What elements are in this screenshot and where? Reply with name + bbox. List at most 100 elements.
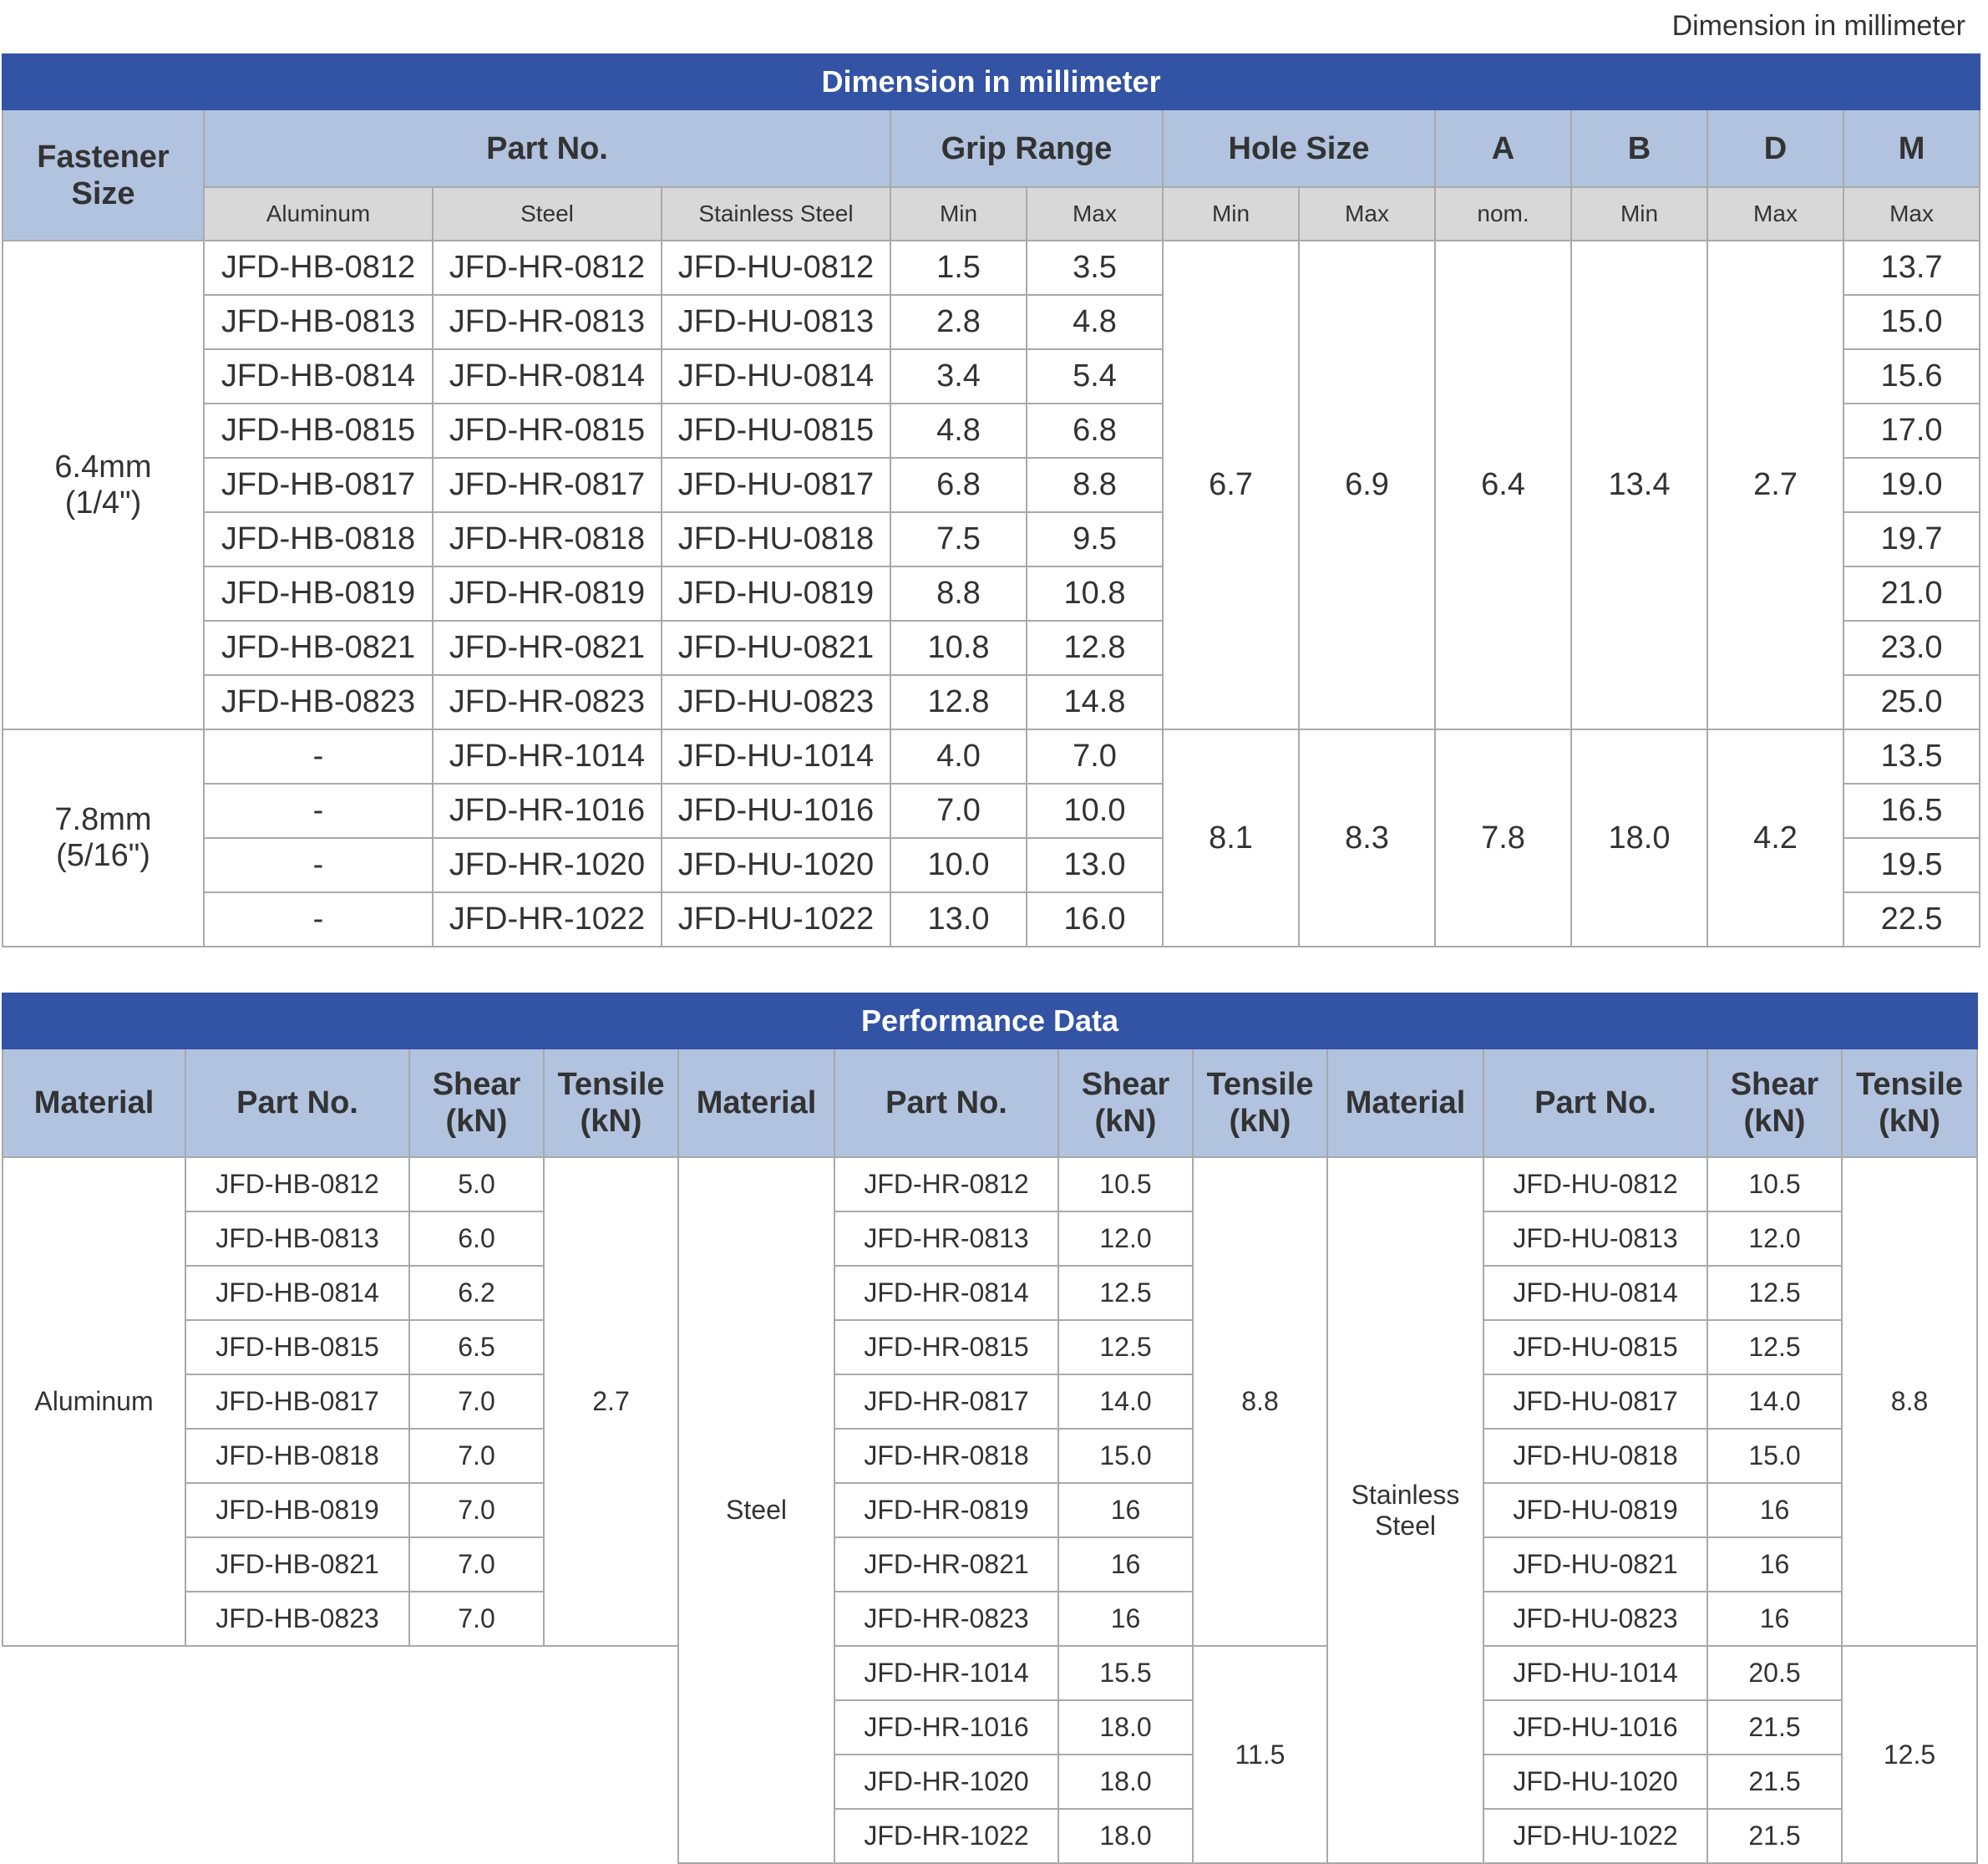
material-aluminum-cell: Aluminum (2, 1156, 186, 1647)
m-max-cell: 21.0 (1842, 566, 1981, 622)
stainless-part-cell: JFD-HU-1022 (661, 891, 891, 947)
dimension-table: Dimension in millimeter Fastener Size Pa… (1, 53, 1981, 947)
steel-shear-cell: 12.0 (1057, 1211, 1194, 1267)
aluminum-part-cell: JFD-HB-0815 (203, 403, 434, 459)
steel-part-cell: JFD-HR-1014 (834, 1645, 1059, 1701)
aluminum-shear-cell: 7.0 (408, 1374, 545, 1430)
grip-max-cell: 8.8 (1026, 457, 1164, 513)
stainless-part-cell: JFD-HU-0819 (661, 566, 891, 622)
grip-max-cell: 3.5 (1026, 240, 1164, 296)
hole-max-cell: 8.3 (1298, 729, 1436, 947)
stainless-part-cell: JFD-HU-0823 (661, 674, 891, 730)
m-max-cell: 19.0 (1842, 457, 1981, 513)
steel-part-cell: JFD-HR-0813 (432, 294, 662, 350)
material-steel-cell: Steel (677, 1156, 835, 1864)
steel-part-cell: JFD-HR-0817 (834, 1374, 1059, 1430)
dimension-table-title: Dimension in millimeter (1, 53, 1981, 110)
grip-min-cell: 13.0 (890, 891, 1027, 947)
hole-max-cell: 6.9 (1298, 240, 1436, 730)
steel-part-cell: JFD-HR-0823 (834, 1591, 1059, 1647)
hole-min-cell: 8.1 (1162, 729, 1300, 947)
aluminum-part-cell: JFD-HB-0814 (185, 1265, 410, 1321)
grip-min-cell: 2.8 (890, 294, 1027, 350)
steel-part-cell: JFD-HR-0818 (432, 511, 662, 567)
m-max-cell: 15.0 (1842, 294, 1981, 350)
steel-shear-cell: 12.5 (1057, 1265, 1194, 1321)
grip-min-cell: 7.0 (890, 783, 1027, 839)
header-material-stainless: Material (1326, 1048, 1484, 1158)
header-grip-range: Grip Range (890, 109, 1164, 188)
header-fastener-size: Fastener Size (2, 109, 205, 241)
table-row: JFD-HB-0813 6.0 JFD-HR-0813 12.0 JFD-HU-0813… (3, 1211, 1977, 1267)
stainless-part-cell: JFD-HU-0814 (1483, 1265, 1708, 1321)
stainless-part-cell: JFD-HU-1020 (1483, 1754, 1708, 1810)
grip-min-cell: 4.8 (890, 403, 1027, 459)
table-row: 7.8mm (5/16") - JFD-HR-1014 JFD-HU-1014 4.0 7… (2, 729, 1981, 947)
stainless-shear-cell: 12.5 (1707, 1265, 1843, 1321)
aluminum-part-cell: JFD-HB-0815 (185, 1319, 410, 1375)
grip-min-cell: 3.4 (890, 348, 1027, 404)
stainless-part-cell: JFD-HU-0817 (661, 457, 891, 513)
aluminum-part-cell: JFD-HB-0821 (185, 1536, 410, 1592)
header-material-steel: Material (677, 1048, 835, 1158)
steel-tensile-cell: 8.8 (1192, 1156, 1328, 1647)
m-max-cell: 25.0 (1842, 674, 1981, 730)
steel-shear-cell: 18.0 (1057, 1754, 1194, 1810)
m-max-cell: 22.5 (1842, 891, 1981, 947)
grip-min-cell: 10.0 (890, 837, 1027, 893)
aluminum-part-cell: JFD-HB-0814 (203, 348, 434, 404)
performance-table: Performance Data Material Part No. Shear (… (1, 993, 1979, 1864)
table-row: JFD-HB-0815 6.5 JFD-HR-0815 12.5 JFD-HU-0815… (3, 1319, 1977, 1375)
b-min-cell: 18.0 (1570, 729, 1708, 947)
table-row: JFD-HB-0821 7.0 JFD-HR-0821 16 JFD-HU-0821 16 (3, 1536, 1977, 1592)
stainless-part-cell: JFD-HU-1022 (1483, 1808, 1708, 1864)
unit-note: Dimension in millimeter (1671, 10, 1965, 42)
grip-min-cell: 8.8 (890, 566, 1027, 622)
aluminum-part-cell: JFD-HB-0813 (203, 294, 434, 350)
aluminum-part-cell: JFD-HB-0818 (185, 1428, 410, 1484)
grip-max-cell: 12.8 (1026, 620, 1164, 676)
stainless-part-cell: JFD-HU-0814 (661, 348, 891, 404)
header-tensile-aluminum: Tensile (kN) (543, 1048, 679, 1158)
fastener-size-cell: 6.4mm (1/4") (2, 240, 205, 730)
aluminum-part-cell: JFD-HB-0821 (203, 620, 434, 676)
m-max-cell: 23.0 (1842, 620, 1981, 676)
aluminum-shear-cell: 6.0 (408, 1211, 545, 1267)
stainless-shear-cell: 20.5 (1707, 1645, 1843, 1701)
steel-part-cell: JFD-HR-1014 (432, 729, 662, 785)
grip-min-cell: 12.8 (890, 674, 1027, 730)
stainless-part-cell: JFD-HU-1020 (661, 837, 891, 893)
stainless-shear-cell: 12.0 (1707, 1211, 1843, 1267)
table-row: Aluminum JFD-HB-0812 5.0 2.7 Steel JFD-HR-081… (2, 1156, 1979, 1864)
header-b: B (1570, 109, 1708, 188)
stainless-part-cell: JFD-HU-0821 (661, 620, 891, 676)
stainless-part-cell: JFD-HU-1014 (1483, 1645, 1708, 1701)
grip-max-cell: 16.0 (1026, 891, 1164, 947)
stainless-shear-cell: 14.0 (1707, 1374, 1843, 1430)
stainless-part-cell: JFD-HU-0818 (661, 511, 891, 567)
steel-shear-cell: 12.5 (1057, 1319, 1194, 1375)
aluminum-part-cell: - (203, 837, 434, 893)
steel-part-cell: JFD-HR-0818 (834, 1428, 1059, 1484)
grip-min-cell: 1.5 (890, 240, 1027, 296)
aluminum-part-cell: JFD-HB-0819 (185, 1482, 410, 1538)
header-tensile-stainless: Tensile (kN) (1840, 1048, 1979, 1158)
a-nom-cell: 6.4 (1434, 240, 1572, 730)
m-max-cell: 17.0 (1842, 403, 1981, 459)
subheader-hole-max: Max (1298, 186, 1436, 241)
subheader-grip-max: Max (1026, 186, 1164, 241)
table-row: JFD-HB-0819 7.0 JFD-HR-0819 16 JFD-HU-0819 16 (3, 1482, 1977, 1538)
aluminum-shear-cell: 6.5 (408, 1319, 545, 1375)
stainless-part-cell: JFD-HU-0813 (661, 294, 891, 350)
table-row: JFD-HB-0823 7.0 JFD-HR-0823 16 JFD-HU-0823 16 (3, 1591, 1977, 1647)
aluminum-shear-cell: 7.0 (408, 1591, 545, 1647)
b-min-cell: 13.4 (1570, 240, 1708, 730)
stainless-part-cell: JFD-HU-1014 (661, 729, 891, 785)
steel-shear-cell: 16 (1057, 1536, 1194, 1592)
grip-max-cell: 10.0 (1026, 783, 1164, 839)
subheader-stainless-steel: Stainless Steel (661, 186, 891, 241)
steel-part-cell: JFD-HR-0814 (834, 1265, 1059, 1321)
steel-part-cell: JFD-HR-1022 (834, 1808, 1059, 1864)
grip-max-cell: 4.8 (1026, 294, 1164, 350)
steel-part-cell: JFD-HR-0814 (432, 348, 662, 404)
